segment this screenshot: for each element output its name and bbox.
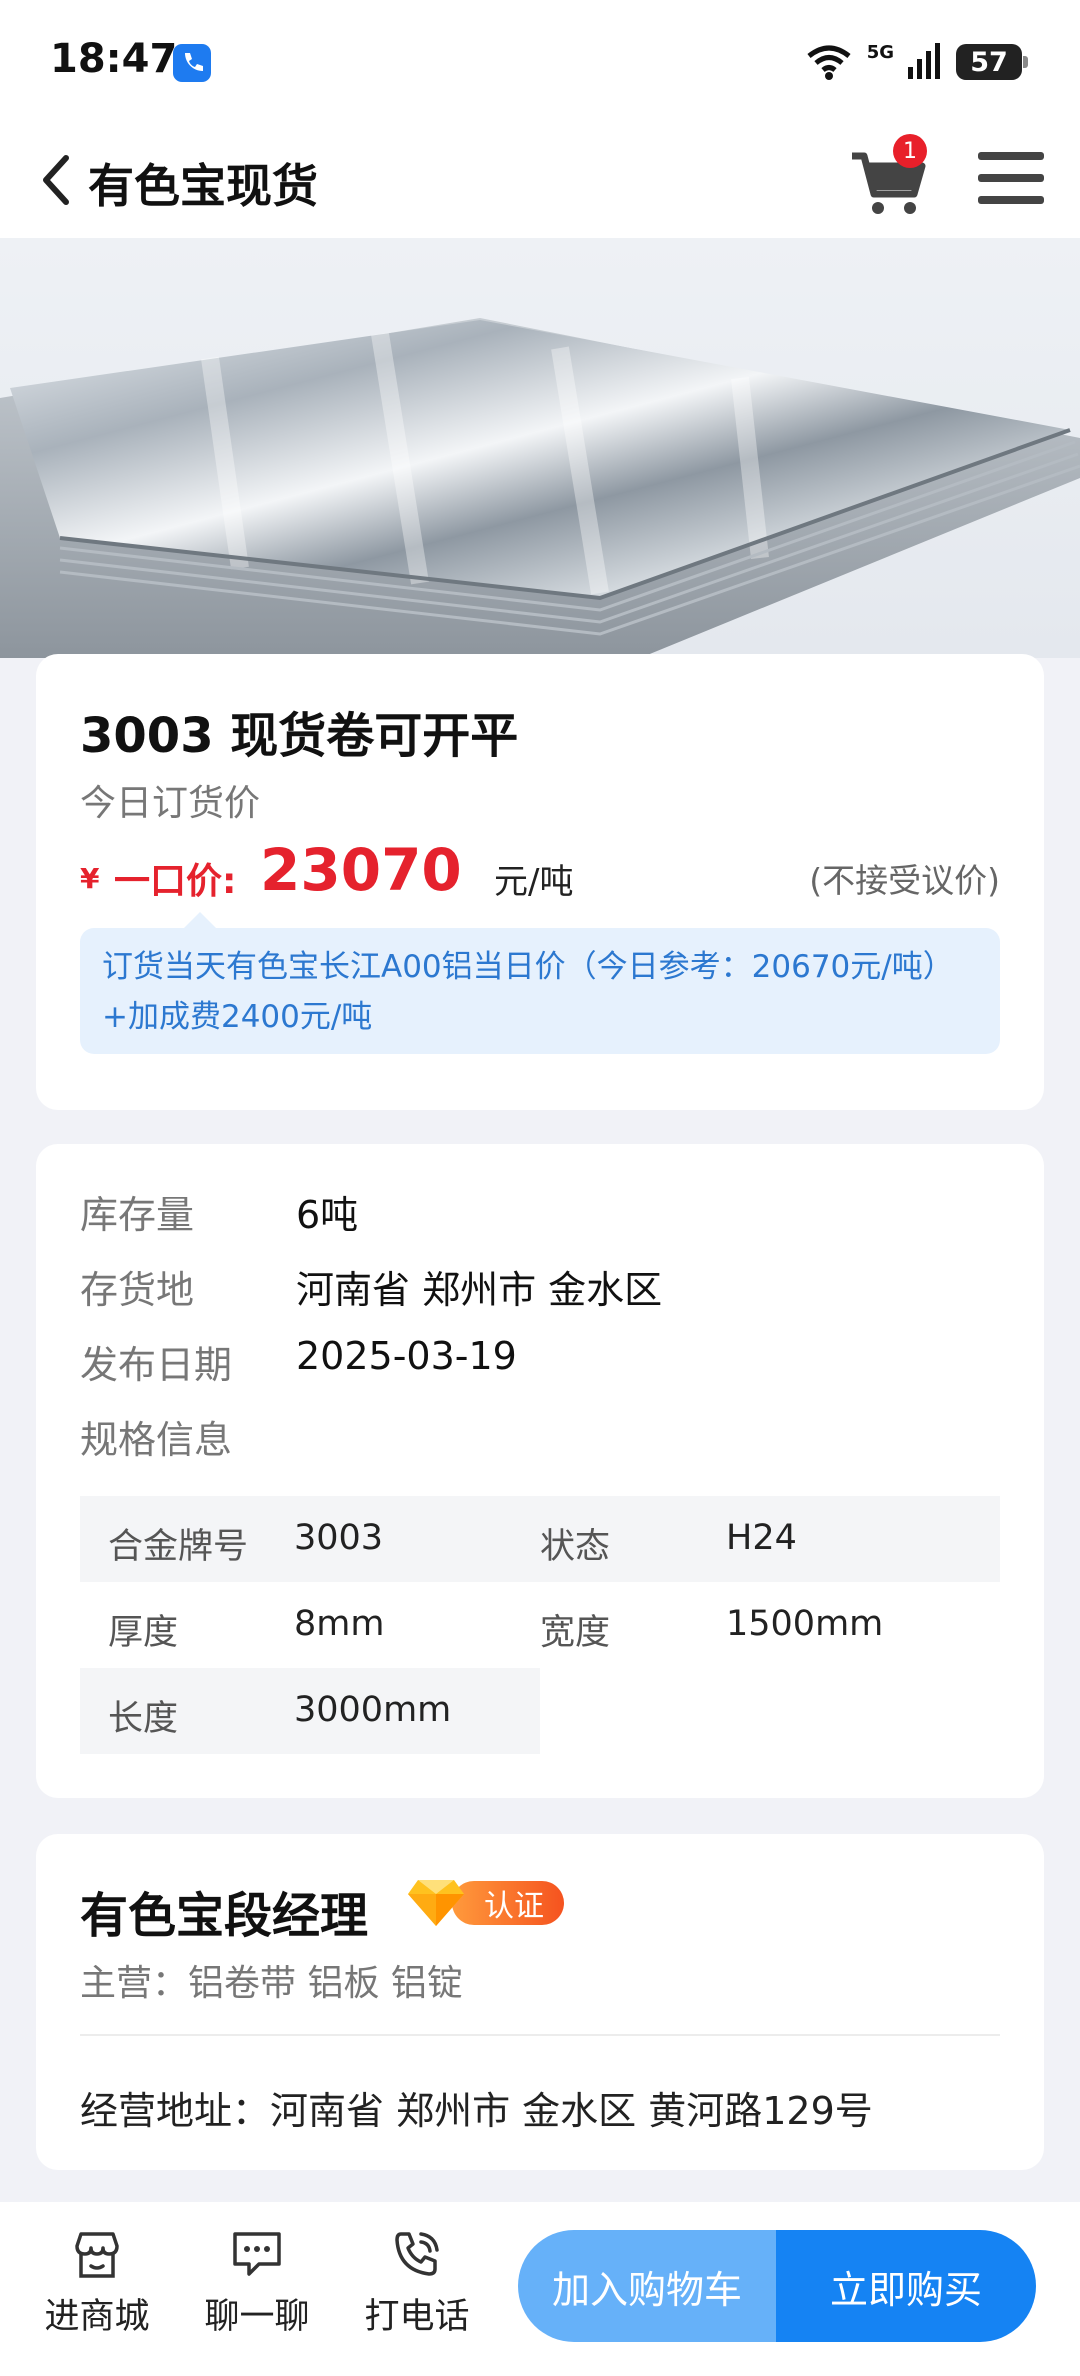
status-time: 18:47: [50, 36, 178, 82]
seller-business: 主营：铝卷带 铝板 铝锭: [80, 1963, 463, 2004]
spec-label: 宽度: [540, 1613, 611, 1653]
signal-icon: [908, 43, 940, 79]
call-label: 打电话: [364, 2297, 470, 2337]
price-note: (不接受议价): [809, 861, 1000, 900]
status-bar: 18:47 5G 57: [0, 0, 1080, 120]
info-label: 存货地: [80, 1268, 195, 1312]
aluminum-sheet-image: [0, 318, 1080, 658]
call-notification-icon: [173, 44, 211, 82]
price-unit: 元/吨: [494, 862, 574, 902]
price-row: ¥ 一口价: 23070 元/吨 (不接受议价): [80, 836, 1000, 910]
spec-label: 厚度: [108, 1613, 179, 1653]
spec-value: 1500mm: [726, 1604, 884, 1644]
price-card: 3003 现货卷可开平 今日订货价 ¥ 一口价: 23070 元/吨 (不接受议…: [36, 654, 1044, 1110]
shop-label: 进商城: [44, 2297, 150, 2337]
cart-count-badge: 1: [893, 134, 927, 168]
info-value: 6吨: [296, 1193, 359, 1237]
spec-cell-length: 长度 3000mm: [80, 1668, 540, 1754]
currency-symbol: ¥: [80, 862, 100, 895]
spec-value: H24: [726, 1518, 797, 1558]
spec-cell-width: 宽度 1500mm: [540, 1582, 1000, 1668]
info-label: 规格信息: [80, 1418, 233, 1462]
price-label: 一口价:: [114, 861, 237, 902]
add-to-cart-button[interactable]: 加入购物车: [518, 2230, 776, 2342]
spec-label: 状态: [540, 1527, 611, 1567]
chat-icon: [233, 2232, 281, 2276]
price-info-box: 订货当天有色宝长江A00铝当日价（今日参考：20670元/吨） +加成费2400…: [80, 928, 1000, 1054]
product-title: 3003 现货卷可开平: [80, 708, 519, 764]
seller-card[interactable]: 有色宝段经理 认证 主营：铝卷带 铝板 铝锭 经营地址：河南省 郑州市 金水区 …: [36, 1834, 1044, 2170]
phone-icon: [395, 2232, 439, 2276]
info-value: 2025-03-19: [296, 1334, 517, 1378]
product-image[interactable]: [0, 238, 1080, 658]
price-info-line-1: 订货当天有色宝长江A00铝当日价（今日参考：20670元/吨）: [102, 949, 954, 985]
info-value: 河南省 郑州市 金水区: [296, 1268, 663, 1312]
price-info-line-2: +加成费2400元/吨: [102, 999, 373, 1035]
spec-cell-temper: 状态 H24: [540, 1496, 1000, 1582]
bottom-action-bar: 进商城 聊一聊 打电话 加入购物车 立即购买: [0, 2202, 1080, 2376]
price-subtitle: 今日订货价: [80, 783, 261, 824]
status-icons: 5G 57: [805, 40, 1028, 84]
app-header: 有色宝现货 1: [0, 120, 1080, 238]
shop-button[interactable]: 进商城: [32, 2226, 162, 2346]
chat-button[interactable]: 聊一聊: [192, 2226, 322, 2346]
spec-cell-thickness: 厚度 8mm: [80, 1582, 540, 1668]
call-button[interactable]: 打电话: [352, 2226, 482, 2346]
price-info-notch: [184, 912, 216, 928]
info-label: 发布日期: [80, 1343, 233, 1387]
seller-divider: [80, 2034, 1000, 2036]
chat-label: 聊一聊: [204, 2297, 310, 2337]
info-label: 库存量: [80, 1193, 195, 1237]
info-card: 库存量 6吨 存货地 河南省 郑州市 金水区 发布日期 2025-03-19 规…: [36, 1144, 1044, 1798]
back-arrow-icon[interactable]: [36, 150, 76, 210]
spec-value: 3003: [294, 1518, 384, 1558]
battery-indicator: 57: [956, 44, 1028, 80]
store-icon: [75, 2232, 119, 2278]
spec-value: 8mm: [294, 1604, 385, 1644]
price-value: 23070: [260, 836, 462, 904]
seller-address: 经营地址：河南省 郑州市 金水区 黄河路129号: [80, 2089, 873, 2133]
spec-label: 长度: [108, 1699, 179, 1739]
spec-label: 合金牌号: [108, 1527, 249, 1567]
spec-cell-alloy: 合金牌号 3003: [80, 1496, 540, 1582]
spec-value: 3000mm: [294, 1690, 452, 1730]
certified-badge: 认证: [452, 1881, 564, 1925]
page-title: 有色宝现货: [88, 159, 318, 213]
diamond-icon: [408, 1880, 464, 1926]
buy-now-button[interactable]: 立即购买: [776, 2230, 1036, 2342]
seller-name: 有色宝段经理: [80, 1888, 369, 1944]
network-type: 5G: [866, 41, 894, 63]
menu-icon[interactable]: [978, 148, 1044, 208]
wifi-icon: [807, 45, 851, 80]
